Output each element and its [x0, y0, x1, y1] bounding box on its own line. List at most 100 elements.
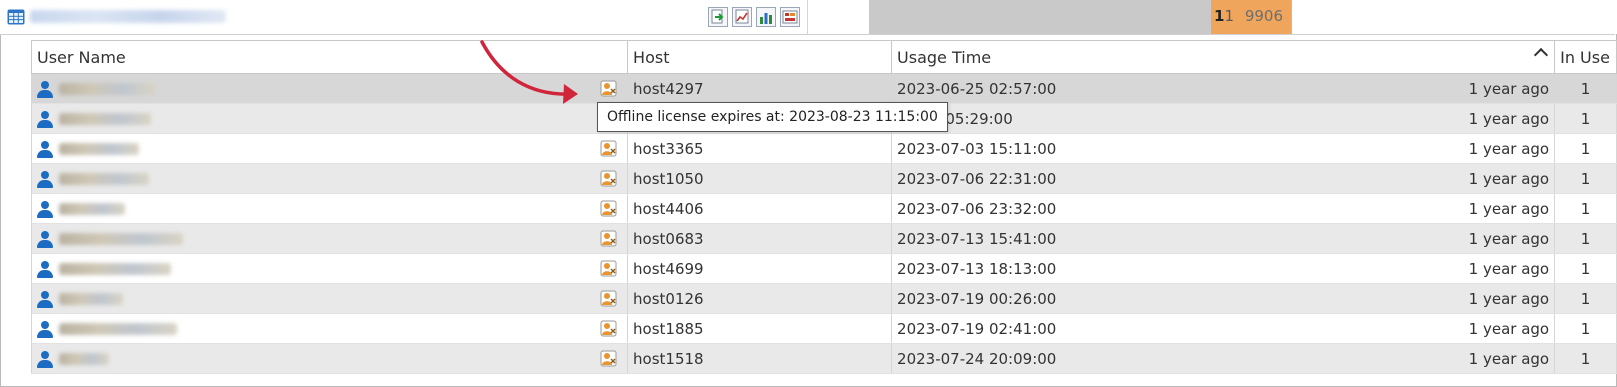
host-cell: host4297: [627, 73, 893, 104]
user-name-cell[interactable]: [30, 283, 629, 314]
relative-time: 1 year ago: [1468, 259, 1550, 278]
table-row[interactable]: host4297 2023-06-25 02:57:00 1 year ago 1: [30, 73, 1617, 104]
toolbar-separator: [807, 0, 808, 34]
user-icon: [37, 170, 53, 188]
user-name-redacted: [59, 143, 139, 155]
offline-license-icon[interactable]: [600, 290, 617, 307]
user-name-cell[interactable]: [30, 193, 629, 224]
user-name-redacted: [59, 323, 177, 335]
user-icon: [37, 80, 53, 98]
in-use-cell: 1: [1554, 343, 1617, 374]
user-name-cell[interactable]: [30, 103, 629, 134]
relative-time: 1 year ago: [1468, 289, 1550, 308]
user-name-redacted: [59, 173, 149, 185]
usage-time-cell: 2023-07-06 22:31:00 1 year ago: [891, 163, 1556, 194]
user-name-cell[interactable]: [30, 253, 629, 284]
in-use-cell: 1: [1554, 223, 1617, 254]
user-icon: [37, 320, 53, 338]
offline-license-icon[interactable]: [600, 200, 617, 217]
table-row[interactable]: host1885 2023-07-19 02:41:00 1 year ago 1: [30, 313, 1617, 344]
user-icon: [37, 200, 53, 218]
in-use-cell: 1: [1554, 73, 1617, 104]
offline-license-icon[interactable]: [600, 140, 617, 157]
host-cell: host1050: [627, 163, 893, 194]
user-icon: [37, 290, 53, 308]
relative-time: 1 year ago: [1468, 169, 1550, 188]
relative-time: 1 year ago: [1468, 199, 1550, 218]
table-row[interactable]: host0126 2023-07-19 00:26:00 1 year ago 1: [30, 283, 1617, 314]
usage-time-cell: 2023-07-06 23:32:00 1 year ago: [891, 193, 1556, 224]
in-use-cell: 1: [1554, 313, 1617, 344]
in-use-cell: 1: [1554, 103, 1617, 134]
user-icon: [37, 110, 53, 128]
user-name-redacted: [59, 353, 109, 365]
line-chart-icon[interactable]: [732, 7, 752, 27]
relative-time: 1 year ago: [1468, 349, 1550, 368]
column-header-usage-time[interactable]: Usage Time: [891, 40, 1556, 74]
table-row[interactable]: host1050 2023-07-06 22:31:00 1 year ago 1: [30, 163, 1617, 194]
usage-time-cell: 2023-06-25 02:57:00 1 year ago: [891, 73, 1556, 104]
relative-time: 1 year ago: [1468, 319, 1550, 338]
user-icon: [37, 260, 53, 278]
table-row[interactable]: host4406 2023-07-06 23:32:00 1 year ago 1: [30, 193, 1617, 224]
host-cell: host4406: [627, 193, 893, 224]
export-icon[interactable]: [708, 7, 728, 27]
relative-time: 1 year ago: [1468, 139, 1550, 158]
column-header-host[interactable]: Host: [627, 40, 893, 74]
license-total: 9906: [1244, 7, 1283, 25]
table-row[interactable]: host1518 2023-07-24 20:09:00 1 year ago 1: [30, 343, 1617, 374]
usage-time-cell: 2023-07-24 20:09:00 1 year ago: [891, 343, 1556, 374]
in-use-cell: 1: [1554, 283, 1617, 314]
user-name-redacted: [59, 83, 155, 95]
window-title-redacted: [30, 10, 226, 23]
offline-license-icon[interactable]: [600, 260, 617, 277]
relative-time: 1 year ago: [1468, 229, 1550, 248]
table-row[interactable]: host4699 2023-07-13 18:13:00 1 year ago 1: [30, 253, 1617, 284]
in-use-cell: 1: [1554, 163, 1617, 194]
offline-license-icon[interactable]: [600, 350, 617, 367]
table-row[interactable]: host3365 2023-07-03 15:11:00 1 year ago 1: [30, 133, 1617, 164]
toolbar: 9906 11: [0, 0, 1617, 35]
user-name-cell[interactable]: [30, 133, 629, 164]
bar-chart-icon[interactable]: [756, 7, 776, 27]
offline-license-tooltip: Offline license expires at: 2023-08-23 1…: [597, 102, 948, 132]
offline-license-icon[interactable]: [600, 170, 617, 187]
offline-license-icon[interactable]: [600, 320, 617, 337]
usage-time-cell: 2023-07-19 00:26:00 1 year ago: [891, 283, 1556, 314]
annotation-arrow: [480, 40, 578, 104]
host-cell: host4699: [627, 253, 893, 284]
user-name-redacted: [59, 203, 125, 215]
user-name-redacted: [59, 113, 151, 125]
in-use-cell: 1: [1554, 193, 1617, 224]
sort-ascending-icon[interactable]: [1534, 47, 1549, 63]
user-name-cell[interactable]: [30, 343, 629, 374]
host-cell: host1518: [627, 343, 893, 374]
license-in-use: 11: [1214, 7, 1234, 25]
user-name-cell[interactable]: [30, 163, 629, 194]
column-header-in-use[interactable]: In Use: [1554, 40, 1617, 74]
usage-time-cell: 2023-07-13 15:41:00 1 year ago: [891, 223, 1556, 254]
user-name-redacted: [59, 263, 171, 275]
user-name-cell[interactable]: [30, 313, 629, 344]
usage-time-cell: 2023-07-03 15:11:00 1 year ago: [891, 133, 1556, 164]
host-cell: host1885: [627, 313, 893, 344]
offline-license-icon[interactable]: [600, 80, 617, 97]
user-name-redacted: [59, 233, 183, 245]
host-cell: host0683: [627, 223, 893, 254]
in-use-cell: 1: [1554, 133, 1617, 164]
user-icon: [37, 230, 53, 248]
usage-time-cell: 2023-07-13 18:13:00 1 year ago: [891, 253, 1556, 284]
usage-time-cell: 2023-07-19 02:41:00 1 year ago: [891, 313, 1556, 344]
offline-license-icon[interactable]: [600, 230, 617, 247]
report-icon[interactable]: [780, 7, 800, 27]
user-name-cell[interactable]: [30, 223, 629, 254]
in-use-cell: 1: [1554, 253, 1617, 284]
license-usage-table: User Name Host Usage Time In Use host429…: [30, 40, 1617, 374]
host-cell: host0126: [627, 283, 893, 314]
user-icon: [37, 140, 53, 158]
table-icon[interactable]: [7, 9, 25, 25]
user-icon: [37, 350, 53, 368]
relative-time: 1 year ago: [1468, 109, 1550, 128]
user-name-redacted: [59, 293, 123, 305]
table-row[interactable]: host0683 2023-07-13 15:41:00 1 year ago 1: [30, 223, 1617, 254]
